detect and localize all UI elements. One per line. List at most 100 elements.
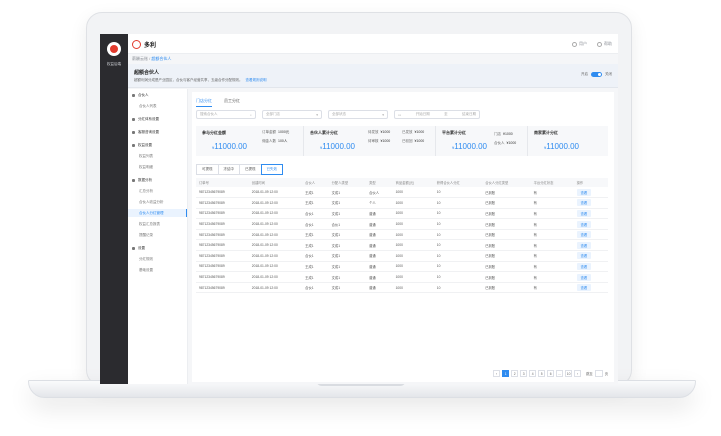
view-button[interactable]: 查看 — [576, 273, 592, 281]
sidebar-item[interactable]: 设置 — [132, 246, 145, 251]
tab-expired[interactable]: 已失效 — [260, 164, 283, 175]
table-cell: 个人 — [366, 197, 393, 209]
table-cell: 王成1 — [302, 197, 329, 209]
view-button[interactable]: 查看 — [576, 209, 592, 217]
status-select[interactable]: 全部状态 ▾ — [328, 110, 388, 119]
table-cell: 已到账 — [482, 261, 531, 273]
breadcrumb-root[interactable]: 薪酬云账 — [132, 56, 148, 61]
table-cell: 1000 — [392, 250, 434, 262]
sidebar-item[interactable]: 汇总分析 — [139, 189, 153, 194]
view-button[interactable]: 查看 — [576, 241, 592, 249]
sidebar-item[interactable]: 客服咨询设置 — [132, 130, 159, 135]
pagination: ‹ 1 2 3 4 5 6… 10 › 跳至页 — [493, 370, 608, 377]
store-select[interactable]: 全部门店 ▾ — [262, 110, 322, 119]
sidebar-item[interactable]: 数据分析 — [132, 178, 152, 183]
page-button[interactable]: 10 — [565, 370, 573, 377]
view-button[interactable]: 查看 — [576, 262, 592, 270]
page-button[interactable]: 5 — [538, 370, 546, 377]
sidebar-item[interactable]: 权益列表 — [139, 154, 153, 159]
table-cell: 10 — [433, 271, 483, 283]
stats-panel: 参与分红金额 订单金额 1000元 佣金人数 100人 ¥11000.00 合伙人累… — [196, 126, 608, 156]
app-sidebar-dark: 权益后端 — [100, 34, 128, 384]
column-header: 获得合伙人分红 — [433, 178, 483, 187]
sidebar-item[interactable]: 合伙人分红管理 — [139, 211, 164, 216]
table-cell: 已到账 — [482, 208, 531, 220]
app-logo-icon[interactable] — [107, 42, 121, 56]
view-button[interactable]: 查看 — [576, 252, 592, 260]
sidebar-item[interactable]: 提醒记录 — [139, 233, 153, 238]
sidebar-item[interactable]: 合伙人 — [132, 93, 149, 98]
feature-switch[interactable] — [591, 72, 602, 77]
tab-staff-dividend[interactable]: 员工分红 — [224, 98, 240, 107]
table-cell: 普通 — [366, 208, 393, 220]
table-cell: 合伙1 — [328, 218, 367, 230]
page-button[interactable]: 2 — [511, 370, 519, 377]
table-cell: 合伙1 — [302, 250, 329, 262]
table-cell: 2018-01-09 12:00 — [248, 282, 303, 294]
table-cell: 有 — [530, 187, 574, 199]
table-cell: 合伙1 — [302, 282, 329, 294]
sidebar-item[interactable]: 合伙人收益分析 — [139, 200, 164, 205]
table-row: 98712345679089 2018-01-09 12:00 王成1 文成1 普通 10… — [196, 229, 608, 241]
table-cell: 98712345679089 — [196, 261, 249, 273]
column-header: 类型 — [366, 178, 393, 187]
view-button[interactable]: 查看 — [576, 231, 592, 239]
dividend-table: 订单号 创建时间 合伙人 分配人类型 类型 商品金额(元) 获得合伙人分红 合伙人分红类型 平台… — [196, 178, 608, 294]
sidebar-item[interactable]: 基础设置 — [139, 268, 153, 273]
search-input[interactable]: 搜索合伙人 ⌕ — [196, 110, 256, 119]
table-cell: 王成1 — [302, 271, 329, 283]
tab-store-dividend[interactable]: 门店分红 — [196, 98, 212, 107]
page-jump-input[interactable] — [594, 370, 603, 377]
chevron-down-icon: ▾ — [382, 112, 384, 117]
sidebar-item[interactable]: 分红体系设置 — [132, 117, 159, 122]
page-button[interactable]: 3 — [520, 370, 528, 377]
page-button[interactable]: … — [556, 370, 564, 377]
tab-withdrawable[interactable]: 可提现 — [196, 164, 219, 175]
table-cell: 2018-01-09 12:00 — [248, 250, 303, 262]
stat-card-platform: 平台累计分红 门店 ¥1000 合伙人 ¥1000 ¥11000.00 — [436, 126, 528, 156]
table-cell: 已到账 — [482, 218, 531, 230]
prev-page-button[interactable]: ‹ — [493, 370, 501, 377]
table-cell: 2018-01-09 12:00 — [248, 197, 303, 209]
sidebar-item[interactable]: 分红规则 — [139, 257, 153, 262]
tab-frozen[interactable]: 冻结中 — [217, 164, 240, 175]
page-button[interactable]: 1 — [502, 370, 510, 377]
table-cell: 合伙1 — [302, 218, 329, 230]
top-header: 多利 用户 帮助 — [128, 34, 618, 54]
rules-link[interactable]: 查看规则说明 — [246, 78, 267, 82]
view-button[interactable]: 查看 — [576, 199, 592, 207]
table-cell: 已到账 — [482, 239, 531, 252]
menu-group-icon — [132, 178, 135, 182]
page-button[interactable]: 4 — [529, 370, 537, 377]
help-link[interactable]: 帮助 — [597, 41, 612, 47]
menu-group-icon — [132, 117, 135, 121]
table-cell: 98712345679089 — [196, 250, 249, 262]
filter-bar: 搜索合伙人 ⌕ 全部门店 ▾ 全部状态 ▾ ▭ 开始日期至结束日期 — [196, 110, 480, 119]
column-header: 商品金额(元) — [392, 178, 434, 187]
chevron-down-icon: ▾ — [316, 112, 318, 117]
view-button[interactable]: 查看 — [576, 220, 592, 228]
table-cell: 98712345679089 — [196, 218, 249, 230]
date-range-input[interactable]: ▭ 开始日期至结束日期 — [394, 110, 480, 119]
view-button[interactable]: 查看 — [576, 188, 592, 196]
table-cell: 有 — [530, 250, 574, 262]
user-menu[interactable]: 用户 — [572, 41, 587, 47]
sidebar-item[interactable]: 合伙人列表 — [139, 104, 157, 109]
sidebar-item[interactable]: 权益汇总报表 — [139, 222, 160, 227]
table-row: 98712345679089 2018-01-09 12:00 合伙1 文成1 普通 10… — [196, 282, 608, 294]
table-cell: 10 — [433, 261, 483, 273]
tab-withdrawn[interactable]: 已提现 — [239, 164, 262, 175]
table-cell: 98712345679089 — [196, 187, 249, 199]
sidebar-item[interactable]: 权益设置 — [132, 143, 152, 148]
column-header: 操作 — [573, 178, 608, 187]
page-button[interactable]: 6 — [547, 370, 555, 377]
table-cell: 1000 — [392, 282, 434, 294]
table-row: 98712345679089 2018-01-09 12:00 王成1 文成1 普通 10… — [196, 239, 608, 252]
next-page-button[interactable]: › — [574, 370, 582, 377]
page-title: 超额合伙人 — [134, 70, 160, 76]
column-header: 合伙人分红类型 — [482, 178, 531, 187]
table-cell: 10 — [433, 239, 483, 252]
table-cell: 10 — [433, 250, 483, 262]
sidebar-item[interactable]: 权益明细 — [139, 165, 153, 170]
view-button[interactable]: 查看 — [576, 284, 592, 292]
